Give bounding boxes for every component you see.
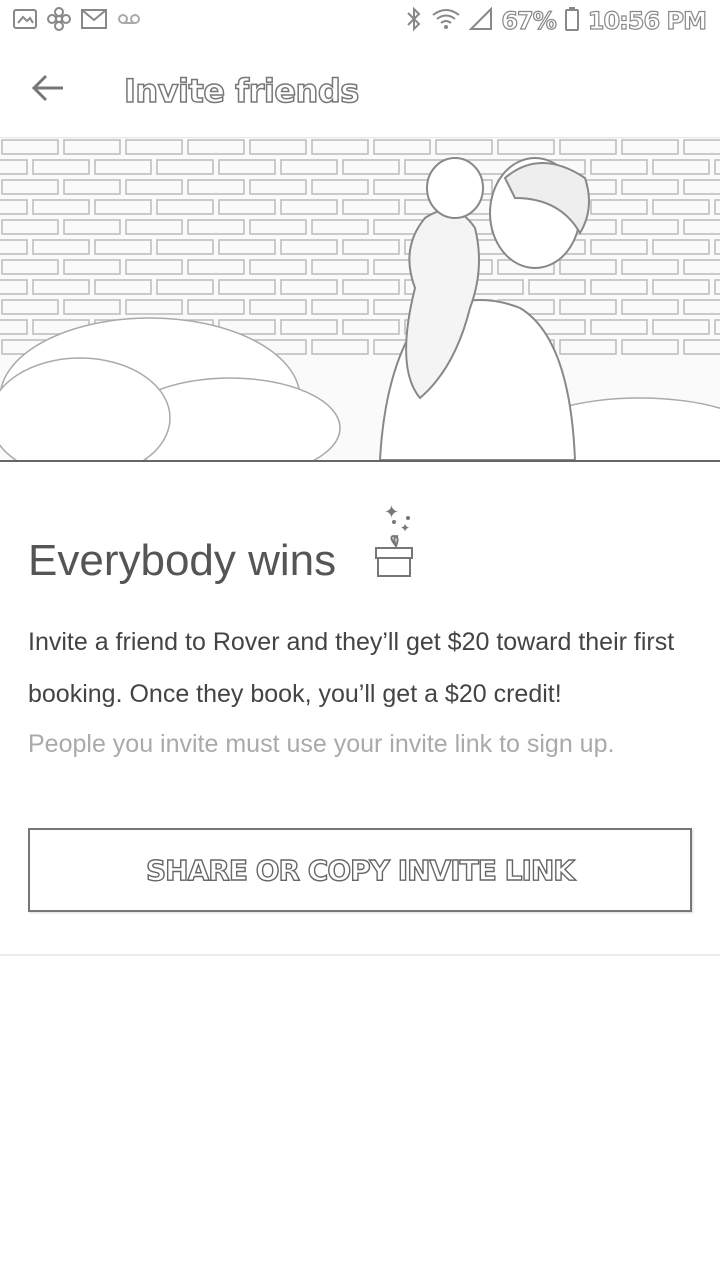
body-text: Invite a friend to Rover and they’ll get… <box>28 628 675 708</box>
arrow-left-icon <box>30 73 66 108</box>
status-bar: 67% 10:56 PM <box>0 0 720 42</box>
hint-text: People you invite must use your invite l… <box>28 730 615 758</box>
svg-text:✦: ✦ <box>384 502 399 523</box>
divider <box>0 954 720 956</box>
notification-icons <box>12 6 142 37</box>
share-invite-link-button[interactable]: SHARE OR COPY INVITE LINK <box>28 828 692 912</box>
image-icon <box>12 7 38 36</box>
gift-icon: ✦ ✦ <box>356 496 436 583</box>
headline-row: Everybody wins ✦ ✦ <box>28 496 688 596</box>
bluetooth-icon <box>405 6 423 37</box>
battery-percent: 67% <box>501 6 558 35</box>
svg-text:✦: ✦ <box>400 521 410 535</box>
battery-icon <box>564 6 580 37</box>
page-title: Invite friends <box>123 71 360 111</box>
back-button[interactable] <box>24 66 72 114</box>
pinwheel-icon <box>46 6 72 37</box>
headline: Everybody wins <box>28 536 337 585</box>
app-bar: Invite friends <box>0 42 720 138</box>
share-button-label: SHARE OR COPY INVITE LINK <box>145 853 575 887</box>
signal-icon <box>468 6 493 36</box>
gmail-icon <box>80 7 108 36</box>
wifi-icon <box>431 7 461 36</box>
hero-photo <box>0 139 720 460</box>
clock: 10:56 PM <box>587 6 707 35</box>
hero-image <box>0 138 720 462</box>
system-icons: 67% 10:56 PM <box>405 6 708 37</box>
voicemail-icon <box>116 9 142 34</box>
